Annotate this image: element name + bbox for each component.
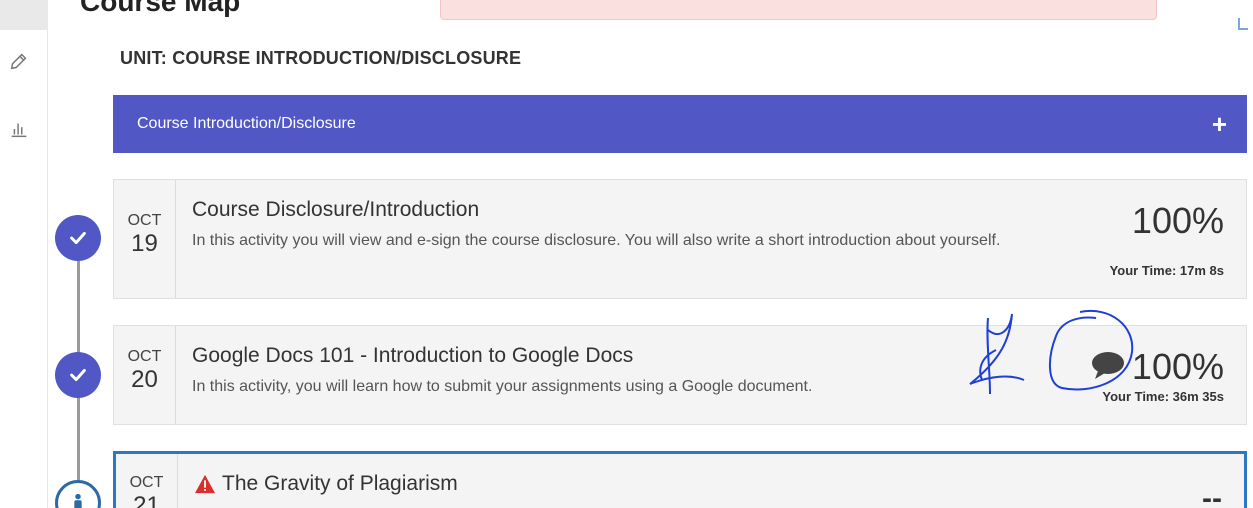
bar-chart-icon[interactable] xyxy=(8,118,30,140)
activity-date: OCT 19 xyxy=(114,180,176,298)
expand-button[interactable]: + xyxy=(1212,111,1227,137)
check-icon xyxy=(55,352,101,398)
person-icon xyxy=(55,480,101,508)
activity-progress: 100% xyxy=(1131,346,1224,387)
rail-header xyxy=(0,0,48,30)
date-day: 21 xyxy=(133,492,160,508)
activity-description: In this activity, you will learn how to … xyxy=(192,378,813,395)
activity-date: OCT 21 xyxy=(116,454,178,508)
unit-bar[interactable]: Course Introduction/Disclosure + xyxy=(113,95,1247,153)
left-rail xyxy=(0,30,48,508)
activity-date: OCT 20 xyxy=(114,326,176,424)
activity-title[interactable]: Google Docs 101 - Introduction to Google… xyxy=(192,344,1072,368)
date-day: 20 xyxy=(131,366,158,393)
activity-card[interactable]: OCT 19 Course Disclosure/Introduction In… xyxy=(113,179,1247,299)
warning-icon xyxy=(195,474,215,494)
date-month: OCT xyxy=(127,212,162,229)
activity-description: In this activity you will view and e-sig… xyxy=(192,232,1001,249)
activity-progress: -- xyxy=(1202,482,1222,508)
activity-progress: 100% xyxy=(1131,200,1224,241)
date-month: OCT xyxy=(127,348,162,365)
date-day: 19 xyxy=(131,230,158,257)
date-month: OCT xyxy=(129,474,164,491)
unit-heading: UNIT: COURSE INTRODUCTION/DISCLOSURE xyxy=(120,48,522,68)
activity-title[interactable]: The Gravity of Plagiarism xyxy=(194,472,1074,496)
corner-icon[interactable] xyxy=(1238,18,1248,30)
unit-bar-label: Course Introduction/Disclosure xyxy=(137,115,356,132)
check-icon xyxy=(55,215,101,261)
pencil-icon[interactable] xyxy=(8,50,30,72)
comment-icon[interactable] xyxy=(1090,350,1126,380)
activity-time: Your Time: 36m 35s xyxy=(1102,389,1224,404)
activity-card[interactable]: OCT 20 Google Docs 101 - Introduction to… xyxy=(113,325,1247,425)
activity-card-current[interactable]: OCT 21 The Gravity of Plagiarism -- xyxy=(113,451,1247,508)
activity-time: Your Time: 17m 8s xyxy=(1109,263,1224,278)
page-title: Course Map xyxy=(80,0,241,17)
alert-banner xyxy=(440,0,1157,20)
activity-title[interactable]: Course Disclosure/Introduction xyxy=(192,198,1072,222)
